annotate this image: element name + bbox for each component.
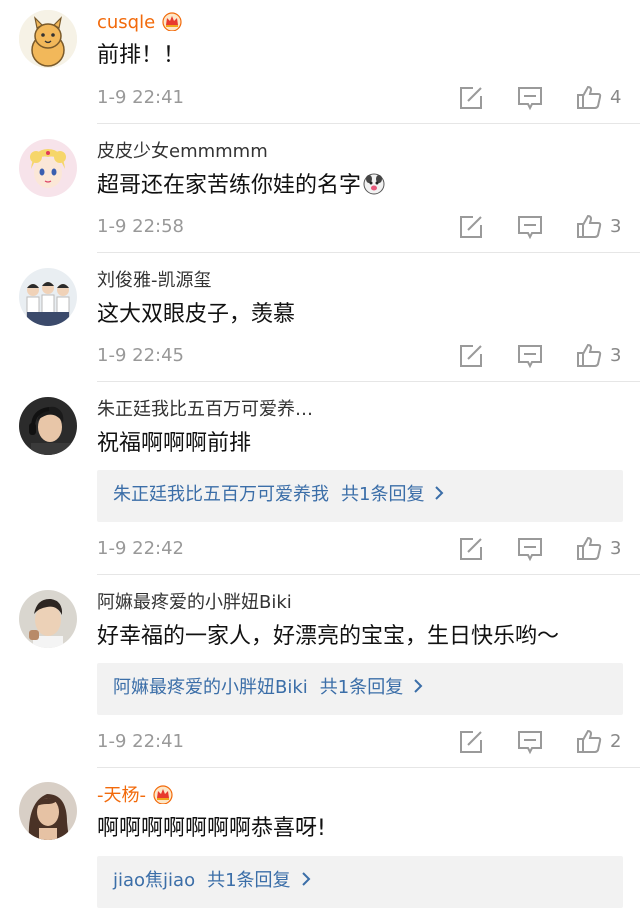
avatar[interactable] bbox=[19, 268, 77, 326]
divider bbox=[97, 767, 640, 768]
reply-summary: 朱正廷我比五百万可爱养我 共1条回复 bbox=[113, 482, 444, 508]
reply-count: 共1条回复 bbox=[207, 870, 291, 891]
thumbs-up-icon[interactable] bbox=[576, 728, 602, 754]
like-count: 3 bbox=[610, 538, 622, 559]
share-edit-icon[interactable] bbox=[458, 214, 484, 240]
share-edit-icon[interactable] bbox=[458, 85, 484, 111]
avatar[interactable] bbox=[19, 10, 77, 68]
share-edit-icon[interactable] bbox=[458, 536, 484, 562]
comment-time: 1-9 22:58 bbox=[97, 216, 184, 237]
comment-time: 1-9 22:45 bbox=[97, 345, 184, 366]
cartoon-animal-avatar-icon bbox=[19, 10, 77, 68]
dog-emoji-icon bbox=[363, 173, 385, 203]
comment-time: 1-9 22:42 bbox=[97, 538, 184, 559]
thumbs-up-icon[interactable] bbox=[576, 84, 602, 110]
divider bbox=[97, 252, 640, 253]
vip-crown-icon bbox=[152, 784, 174, 810]
reply-count: 共1条回复 bbox=[319, 677, 404, 698]
username[interactable]: 皮皮少女emmmmm bbox=[97, 141, 268, 163]
like-count: 3 bbox=[610, 216, 622, 237]
share-edit-icon[interactable] bbox=[458, 343, 484, 369]
chevron-right-icon bbox=[301, 868, 311, 894]
comment-bubble-icon[interactable] bbox=[517, 343, 543, 369]
comment-bubble-icon[interactable] bbox=[517, 85, 543, 111]
woman-portrait-avatar-icon bbox=[19, 782, 77, 840]
chevron-right-icon bbox=[413, 675, 423, 701]
like-count: 2 bbox=[610, 731, 622, 752]
comment-bubble-icon[interactable] bbox=[517, 729, 543, 755]
username[interactable]: cusqle bbox=[97, 11, 183, 37]
young-man-headphones-avatar-icon bbox=[19, 397, 77, 455]
reply-preview[interactable]: 朱正廷我比五百万可爱养我 共1条回复 bbox=[97, 470, 623, 522]
reply-author[interactable]: 朱正廷我比五百万可爱养我 bbox=[113, 484, 329, 505]
divider bbox=[97, 574, 640, 575]
divider bbox=[97, 381, 640, 382]
reply-summary: 阿嫲最疼爱的小胖妞Biki 共1条回复 bbox=[113, 675, 423, 701]
username[interactable]: 朱正廷我比五百万可爱养… bbox=[97, 399, 313, 421]
like-count: 4 bbox=[610, 87, 622, 108]
thumbs-up-icon[interactable] bbox=[576, 342, 602, 368]
reply-author[interactable]: jiao焦jiao bbox=[113, 870, 195, 891]
comment-time: 1-9 22:41 bbox=[97, 87, 184, 108]
username[interactable]: 刘俊雅-凯源玺 bbox=[97, 270, 212, 292]
username[interactable]: -天杨- bbox=[97, 784, 174, 810]
divider bbox=[97, 123, 640, 124]
comment-bubble-icon[interactable] bbox=[517, 536, 543, 562]
three-boys-avatar-icon bbox=[19, 268, 77, 326]
anime-girl-avatar-icon bbox=[19, 139, 77, 197]
reply-author[interactable]: 阿嫲最疼爱的小胖妞Biki bbox=[113, 677, 308, 698]
avatar[interactable] bbox=[19, 397, 77, 455]
chevron-right-icon bbox=[434, 482, 444, 508]
thumbs-up-icon[interactable] bbox=[576, 535, 602, 561]
reply-summary: jiao焦jiao 共1条回复 bbox=[113, 868, 311, 894]
comment-text: 好幸福的一家人，好漂亮的宝宝，生日快乐哟～ bbox=[97, 624, 560, 649]
comment-text: 前排！！ bbox=[97, 43, 186, 68]
thumbs-up-icon[interactable] bbox=[576, 213, 602, 239]
comment-bubble-icon[interactable] bbox=[517, 214, 543, 240]
reply-preview[interactable]: jiao焦jiao 共1条回复 bbox=[97, 856, 623, 908]
username[interactable]: 阿嫲最疼爱的小胖妞Biki bbox=[97, 592, 292, 614]
comment-text: 啊啊啊啊啊啊啊恭喜呀! bbox=[97, 816, 326, 841]
reply-count: 共1条回复 bbox=[341, 484, 425, 505]
comment-text: 超哥还在家苦练你娃的名字 bbox=[97, 172, 385, 203]
avatar[interactable] bbox=[19, 782, 77, 840]
comment-text: 祝福啊啊啊前排 bbox=[97, 431, 252, 456]
avatar[interactable] bbox=[19, 590, 77, 648]
share-edit-icon[interactable] bbox=[458, 729, 484, 755]
reply-preview[interactable]: 阿嫲最疼爱的小胖妞Biki 共1条回复 bbox=[97, 663, 623, 715]
vip-crown-icon bbox=[161, 11, 183, 37]
comment-time: 1-9 22:41 bbox=[97, 731, 184, 752]
young-man-portrait-avatar-icon bbox=[19, 590, 77, 648]
comment-text: 这大双眼皮子，羡慕 bbox=[97, 302, 296, 327]
like-count: 3 bbox=[610, 345, 622, 366]
avatar[interactable] bbox=[19, 139, 77, 197]
